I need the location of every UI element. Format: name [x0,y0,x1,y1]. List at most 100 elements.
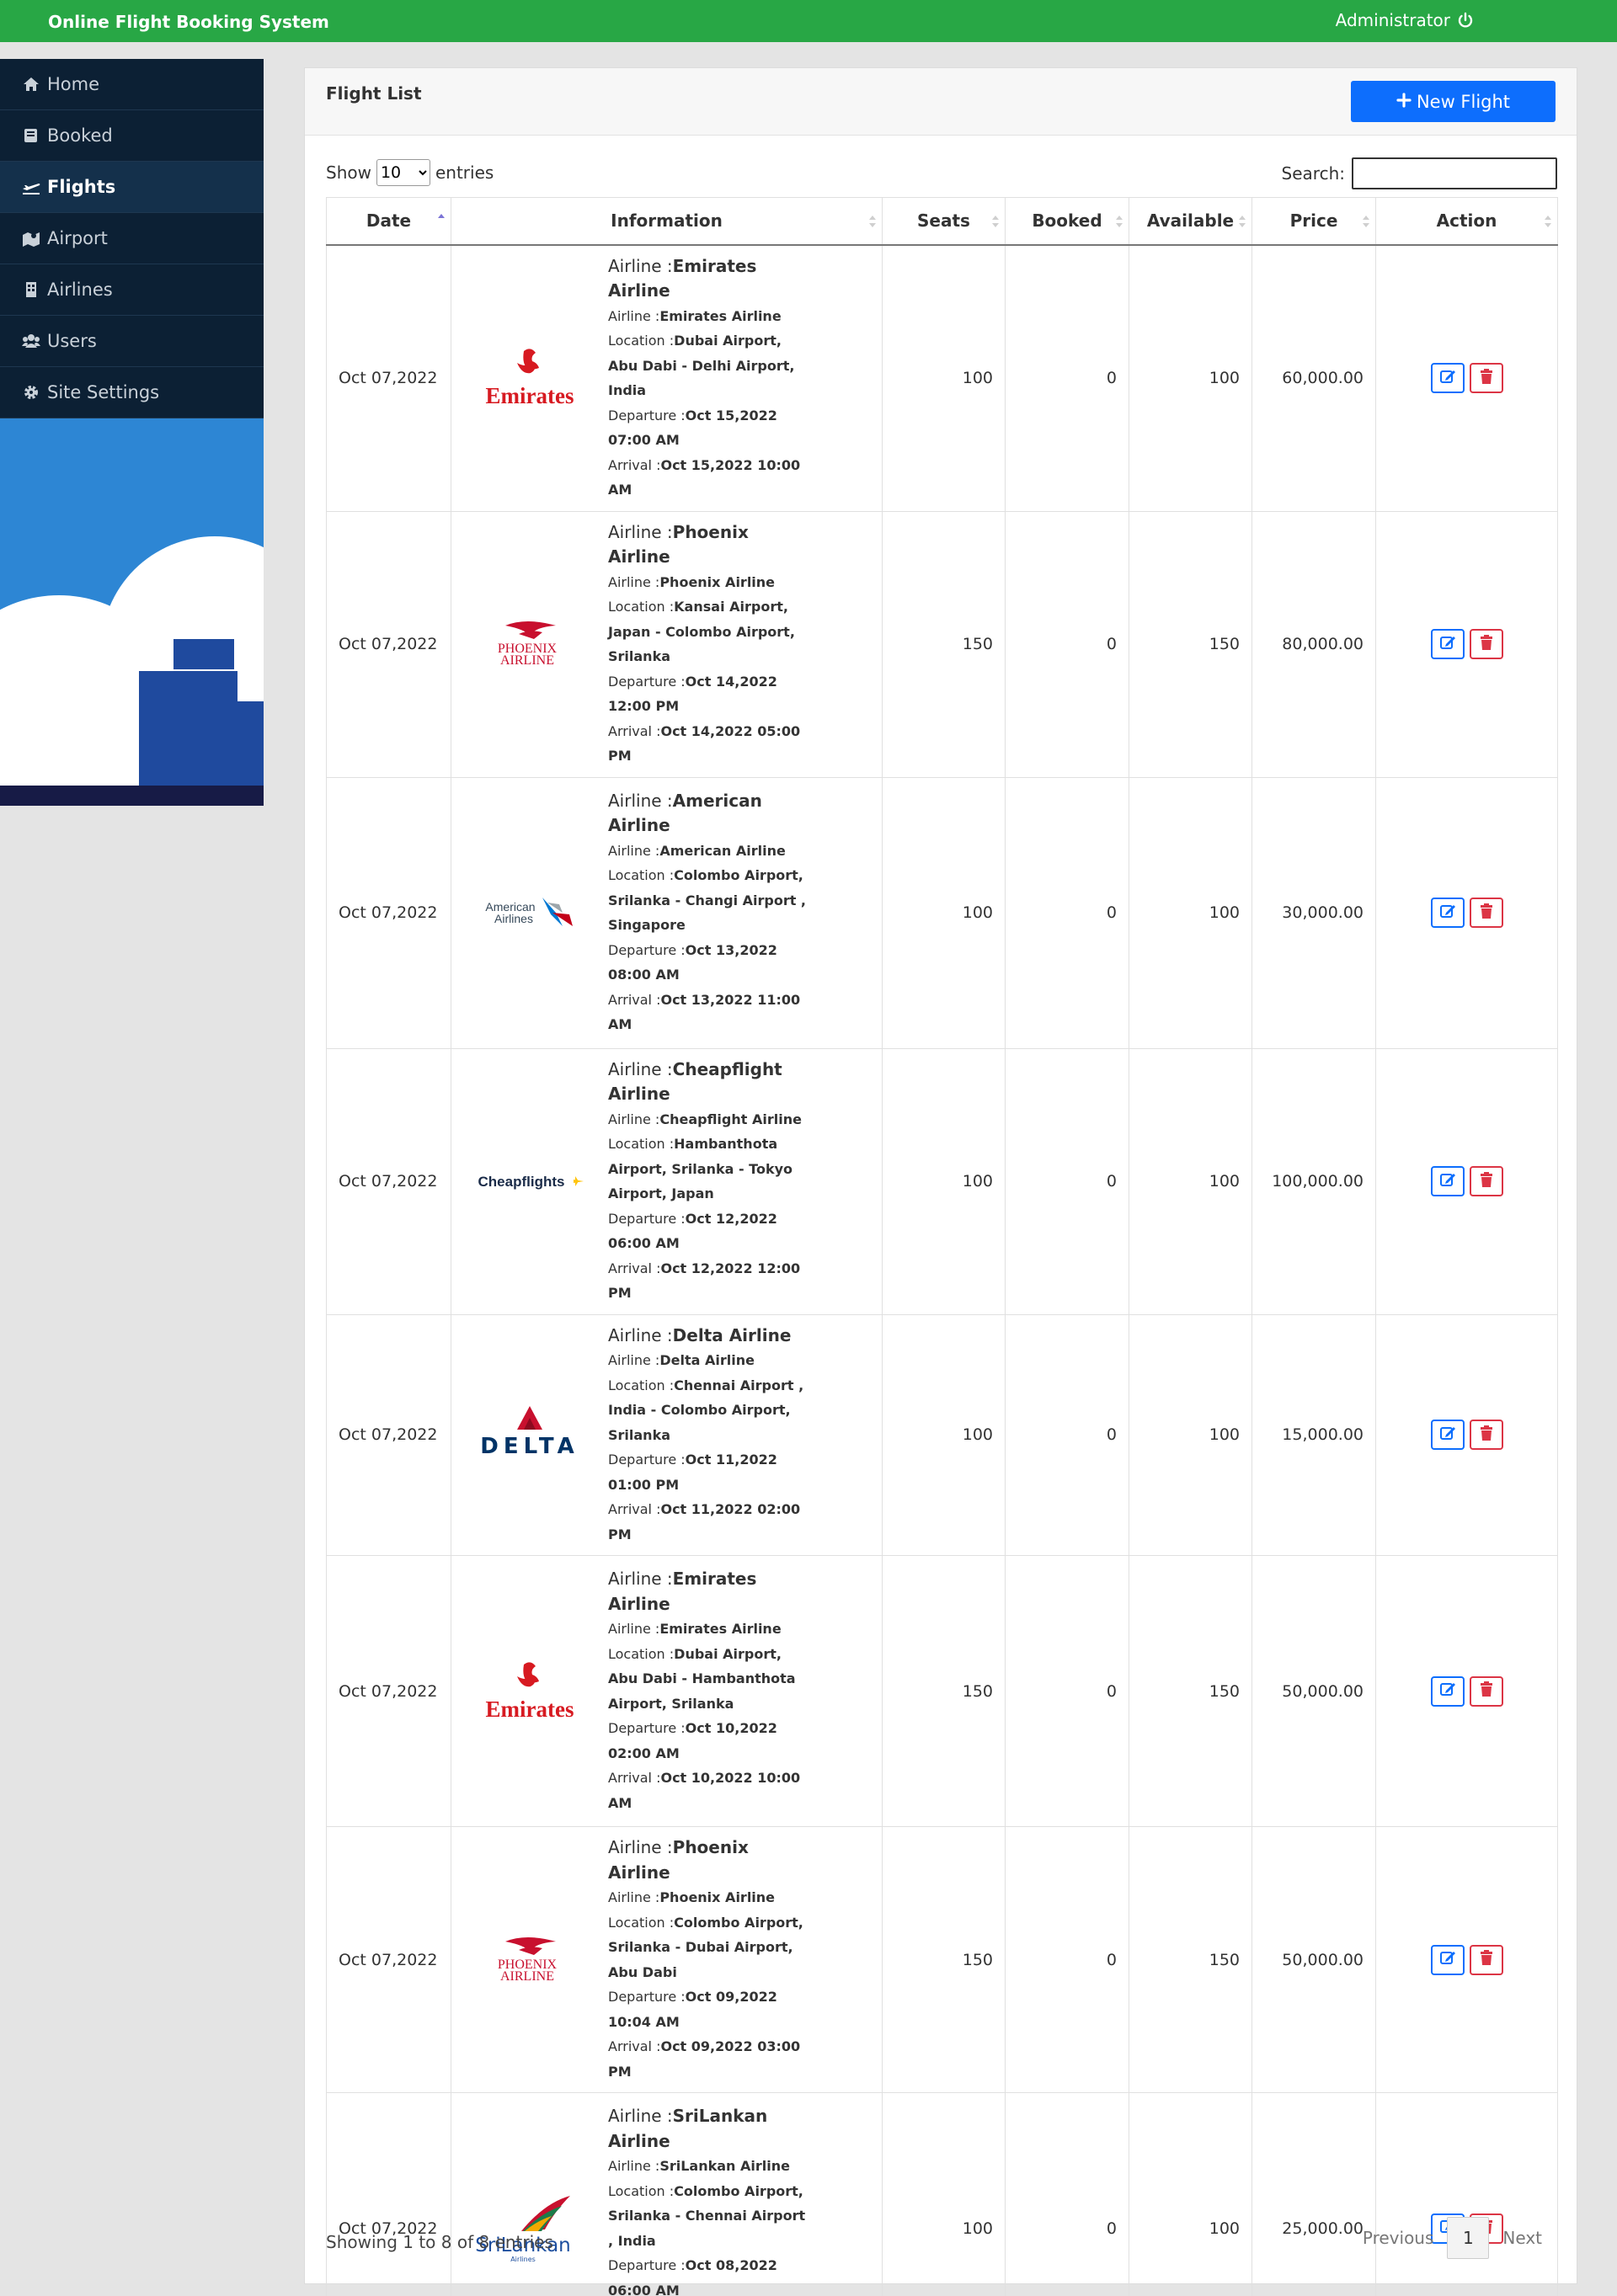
column-header-date[interactable]: Date [326,197,451,246]
booked-cell: 0 [1005,1555,1129,1827]
column-header-label: Information [611,210,723,232]
airline-lead-label: Airline : [608,1058,673,1079]
price-cell: 50,000.00 [1251,1826,1376,2093]
edit-button[interactable] [1430,1166,1465,1196]
airline-logo: Emirates [451,336,608,420]
edit-button[interactable] [1430,1944,1465,1975]
trash-icon [1479,634,1494,655]
edit-button[interactable] [1430,629,1465,659]
information-cell: Emirates Airline :Emirates Airline Airline… [451,1555,883,1827]
power-icon[interactable] [1457,12,1474,29]
date-cell: Oct 07,2022 [326,1826,451,2093]
column-header-action[interactable]: Action [1375,197,1558,246]
airline-logo: Emirates [451,1649,608,1734]
top-navbar: Online Flight Booking System Administrat… [0,0,1617,42]
delete-button[interactable] [1469,1166,1503,1196]
trash-icon [1479,1171,1494,1192]
sort-icon [1544,213,1552,230]
search-input[interactable] [1352,157,1557,189]
sidebar-item-label: Users [47,331,97,351]
entries-length: Show 10 entries [326,159,494,186]
sidebar-item-home[interactable]: Home [0,59,264,110]
plane-icon [22,178,40,195]
table-row: Oct 07,2022 DELTA Airline :Delta Airline Ai… [326,1313,1558,1556]
sidebar-item-flights[interactable]: Flights [0,162,264,213]
location-label: Location : [608,599,675,615]
sidebar-item-airport[interactable]: Airport [0,213,264,264]
trash-icon [1479,1425,1494,1446]
booked-cell: 0 [1005,1313,1129,1556]
sidebar-item-site-settings[interactable]: Site Settings [0,367,264,418]
new-flight-button[interactable]: New Flight [1351,81,1556,122]
location-label: Location : [608,333,675,349]
edit-button[interactable] [1430,1675,1465,1707]
arrival-label: Arrival : [608,2038,661,2054]
delete-button[interactable] [1469,363,1503,393]
plus-icon [1396,92,1412,112]
airline-label: Airline : [608,842,660,859]
sidebar-item-booked[interactable]: Booked [0,110,264,162]
show-label: Show [326,162,371,183]
brand-title: Online Flight Booking System [48,12,329,32]
airline-lead-label: Airline : [608,255,673,276]
column-header-information[interactable]: Information [451,197,883,246]
entries-select[interactable]: 10 [376,159,430,186]
edit-button[interactable] [1430,363,1465,393]
sort-icon [1362,213,1370,230]
available-cell: 100 [1129,244,1252,512]
column-header-price[interactable]: Price [1251,197,1376,246]
booked-cell: 0 [1005,1826,1129,2093]
previous-page-button[interactable]: Previous [1349,2228,1448,2248]
airline-label: Airline : [608,307,660,324]
airline-label: Airline : [608,1111,660,1127]
seats-cell: 150 [882,1555,1006,1827]
edit-button[interactable] [1430,898,1465,928]
arrival-label: Arrival : [608,1770,661,1786]
departure-label: Departure : [608,1452,686,1468]
edit-button[interactable] [1430,1420,1465,1451]
delete-button[interactable] [1469,629,1503,659]
seats-cell: 100 [882,776,1006,1049]
action-cell [1375,244,1558,512]
airline-value: Phoenix Airline [659,1889,776,1905]
column-header-label: Available [1146,210,1235,232]
departure-label: Departure : [608,2257,686,2273]
seats-cell: 150 [882,1826,1006,2093]
date-cell: Oct 07,2022 [326,1313,451,1556]
delete-button[interactable] [1469,898,1503,928]
column-header-label: Action [1436,210,1497,232]
available-cell: 100 [1129,2092,1252,2296]
available-cell: 100 [1129,776,1252,1049]
information-cell: Cheapflights Airline :Cheapflight Airline… [451,1047,883,1315]
delete-button[interactable] [1469,1675,1503,1707]
logo-text: DELTA [480,1434,579,1459]
table-controls: Show 10 entries Search: [326,156,1557,189]
arrival-label: Arrival : [608,991,661,1008]
location-label: Location : [608,1645,675,1662]
delete-button[interactable] [1469,1944,1503,1975]
arrival-label: Arrival : [608,1501,661,1517]
information-cell: SriLankan Airlines Airline :SriLankan Airl… [451,2092,883,2296]
column-header-booked[interactable]: Booked [1005,197,1129,246]
departure-label: Departure : [608,673,686,690]
sidebar-item-airlines[interactable]: Airlines [0,264,264,316]
map-icon [22,230,40,247]
seats-cell: 100 [882,244,1006,512]
next-page-button[interactable]: Next [1489,2228,1556,2248]
column-header-available[interactable]: Available [1129,197,1252,246]
airline-value: Emirates Airline [659,1621,782,1637]
date-cell: Oct 07,2022 [326,776,451,1049]
sidebar-item-label: Booked [47,125,113,146]
admin-menu[interactable]: Administrator [1336,10,1474,30]
delete-button[interactable] [1469,1420,1503,1451]
seats-cell: 100 [882,1313,1006,1556]
table-search: Search: [1282,157,1557,189]
information-cell: Emirates Airline :Emirates Airline Airline… [451,244,883,512]
edit-icon [1439,903,1456,924]
page-1-button[interactable]: 1 [1447,2217,1490,2259]
column-header-label: Seats [917,210,970,232]
flight-details: Airline :Delta Airline Airline :Delta Air… [608,1324,810,1548]
column-header-seats[interactable]: Seats [882,197,1006,246]
sidebar-item-users[interactable]: Users [0,316,264,367]
sidebar-item-label: Home [47,74,100,94]
